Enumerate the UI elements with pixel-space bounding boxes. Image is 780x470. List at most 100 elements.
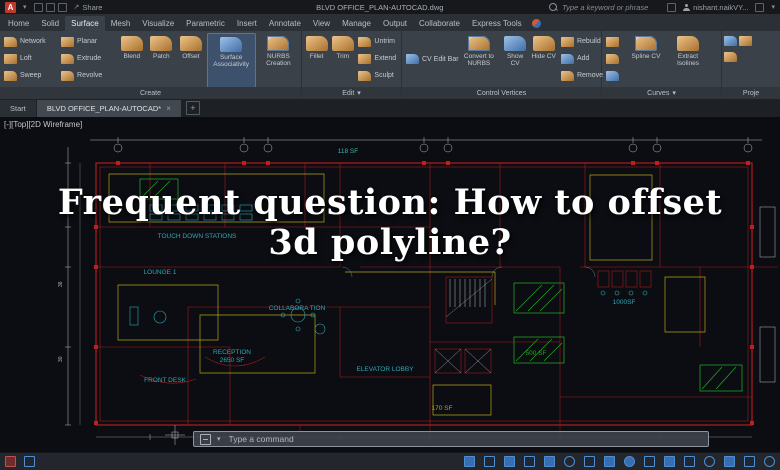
tool-fillet[interactable]: Fillet (304, 33, 329, 86)
save-icon[interactable] (57, 2, 67, 12)
tool-remove[interactable]: Remove (559, 67, 603, 84)
model-space-icon[interactable] (5, 456, 16, 467)
snap-icon[interactable] (484, 456, 495, 467)
panel-title-curves[interactable]: Curves ▾ (602, 87, 721, 99)
room-label: ELEVATOR LOBBY (356, 366, 414, 373)
command-line-bar[interactable]: ▾ (193, 431, 709, 447)
help-icon[interactable] (755, 2, 765, 12)
projection-option-icon[interactable] (739, 36, 752, 46)
tool-label: Hide CV (531, 53, 556, 60)
isodraft-icon[interactable] (584, 456, 595, 467)
transparency-icon[interactable] (664, 456, 675, 467)
tool-offset[interactable]: Offset (177, 33, 205, 86)
tool-trim[interactable]: Trim (331, 33, 354, 86)
workspace-switching-icon[interactable] (724, 456, 735, 467)
user-avatar-icon (683, 3, 691, 11)
untrim-surface-icon (358, 36, 372, 47)
file-tab-start[interactable]: Start (0, 100, 36, 117)
dynamic-input-icon[interactable] (524, 456, 535, 467)
nurbs-creation-icon (267, 36, 290, 51)
tab-visualize[interactable]: Visualize (136, 16, 180, 31)
tool-spline-cv[interactable]: Spline CV (628, 33, 664, 86)
infer-constraints-icon[interactable] (504, 456, 515, 467)
featured-apps-icon[interactable] (531, 19, 541, 28)
panel-title-create[interactable]: Create (0, 87, 301, 99)
new-drawing-tab-button[interactable]: + (185, 101, 200, 115)
tool-surface-associativity[interactable]: Surface Associativity (206, 33, 256, 88)
tool-patch[interactable]: Patch (148, 33, 176, 86)
search-bar[interactable] (549, 1, 661, 13)
tool-network[interactable]: Network (2, 33, 57, 50)
tool-loft[interactable]: Loft (2, 50, 57, 67)
tool-revolve[interactable]: Revolve (59, 67, 116, 84)
drawing-canvas[interactable]: [-][Top][2D Wireframe] 36 30 118 SF TOUC… (0, 117, 780, 452)
tab-express-tools[interactable]: Express Tools (466, 16, 528, 31)
tab-surface[interactable]: Surface (65, 16, 105, 31)
viewport-controls[interactable]: [-][Top][2D Wireframe] (4, 120, 82, 129)
surface-associativity-icon (220, 37, 243, 52)
autocad-logo-icon[interactable]: A (5, 1, 16, 13)
tab-mesh[interactable]: Mesh (105, 16, 137, 31)
tool-sweep[interactable]: Sweep (2, 67, 57, 84)
tool-extend[interactable]: Extend (356, 50, 399, 67)
open-file-icon[interactable] (45, 2, 55, 12)
share-button[interactable]: ↗ Share (74, 3, 103, 12)
selection-cycling-icon[interactable] (684, 456, 695, 467)
titlebar-dropdown-icon[interactable]: ▾ (771, 3, 775, 11)
units-icon[interactable] (744, 456, 755, 467)
tab-output[interactable]: Output (377, 16, 413, 31)
user-account-button[interactable]: nishant.naikVY... (683, 3, 748, 12)
panel-title-control-vertices[interactable]: Control Vertices (402, 87, 601, 99)
panel-title-projection[interactable]: Proje (722, 87, 780, 99)
tool-sculpt[interactable]: Sculpt (356, 67, 399, 84)
search-input[interactable] (560, 1, 661, 13)
new-file-icon[interactable] (33, 2, 43, 12)
tab-home[interactable]: Home (2, 16, 35, 31)
project-geometry-icon[interactable] (724, 36, 737, 46)
tab-manage[interactable]: Manage (336, 16, 377, 31)
recent-commands-icon[interactable]: ▾ (217, 435, 221, 443)
tool-planar[interactable]: Planar (59, 33, 116, 50)
tab-collaborate[interactable]: Collaborate (413, 16, 466, 31)
layout-icon[interactable] (24, 456, 35, 467)
tool-convert-to-nurbs[interactable]: Convert to NURBS (458, 33, 500, 86)
tool-extract-isolines[interactable]: Extract Isolines (666, 33, 710, 86)
tab-view[interactable]: View (307, 16, 336, 31)
cv-edit-bar-icon (406, 54, 419, 64)
tool-label: Extrude (77, 55, 102, 62)
tool-curve-3[interactable] (604, 67, 626, 84)
tool-blend[interactable]: Blend (118, 33, 146, 86)
clean-screen-icon[interactable] (764, 456, 775, 467)
object-snap-tracking-icon[interactable] (604, 456, 615, 467)
tool-label: Offset (182, 53, 200, 60)
tab-annotate[interactable]: Annotate (263, 16, 307, 31)
tool-show-cv[interactable]: Show CV (502, 33, 529, 86)
lineweight-icon[interactable] (644, 456, 655, 467)
tool-cv-edit-bar[interactable]: CV Edit Bar (404, 51, 459, 68)
customize-command-icon[interactable] (200, 433, 211, 445)
close-tab-icon[interactable]: × (166, 104, 171, 113)
tab-insert[interactable]: Insert (231, 16, 263, 31)
tool-curve-2[interactable] (604, 50, 626, 67)
ortho-icon[interactable] (544, 456, 555, 467)
tool-extrude[interactable]: Extrude (59, 50, 116, 67)
file-tab-active-drawing[interactable]: BLVD OFFICE_PLAN-AUTOCAD* × (36, 100, 181, 117)
object-snap-icon[interactable] (624, 456, 635, 467)
tool-untrim[interactable]: Untrim (356, 33, 399, 50)
tool-hide-cv[interactable]: Hide CV (530, 33, 557, 86)
tab-parametric[interactable]: Parametric (180, 16, 231, 31)
app-menu-dropdown-icon[interactable]: ▾ (23, 3, 27, 11)
tool-nurbs-creation[interactable]: NURBS Creation (258, 33, 299, 86)
tool-rebuild[interactable]: Rebuild (559, 33, 601, 50)
tab-solid[interactable]: Solid (35, 16, 65, 31)
tool-add[interactable]: Add (559, 50, 599, 67)
polar-tracking-icon[interactable] (564, 456, 575, 467)
projection-option-icon[interactable] (724, 52, 737, 62)
tool-curve-1[interactable] (604, 33, 626, 50)
panel-projection: Proje (722, 31, 780, 99)
sign-in-icon[interactable] (667, 2, 677, 12)
grid-icon[interactable] (464, 456, 475, 467)
command-input[interactable] (226, 433, 702, 445)
panel-title-edit[interactable]: Edit ▾ (302, 87, 401, 99)
annotation-scale-icon[interactable] (704, 456, 715, 467)
